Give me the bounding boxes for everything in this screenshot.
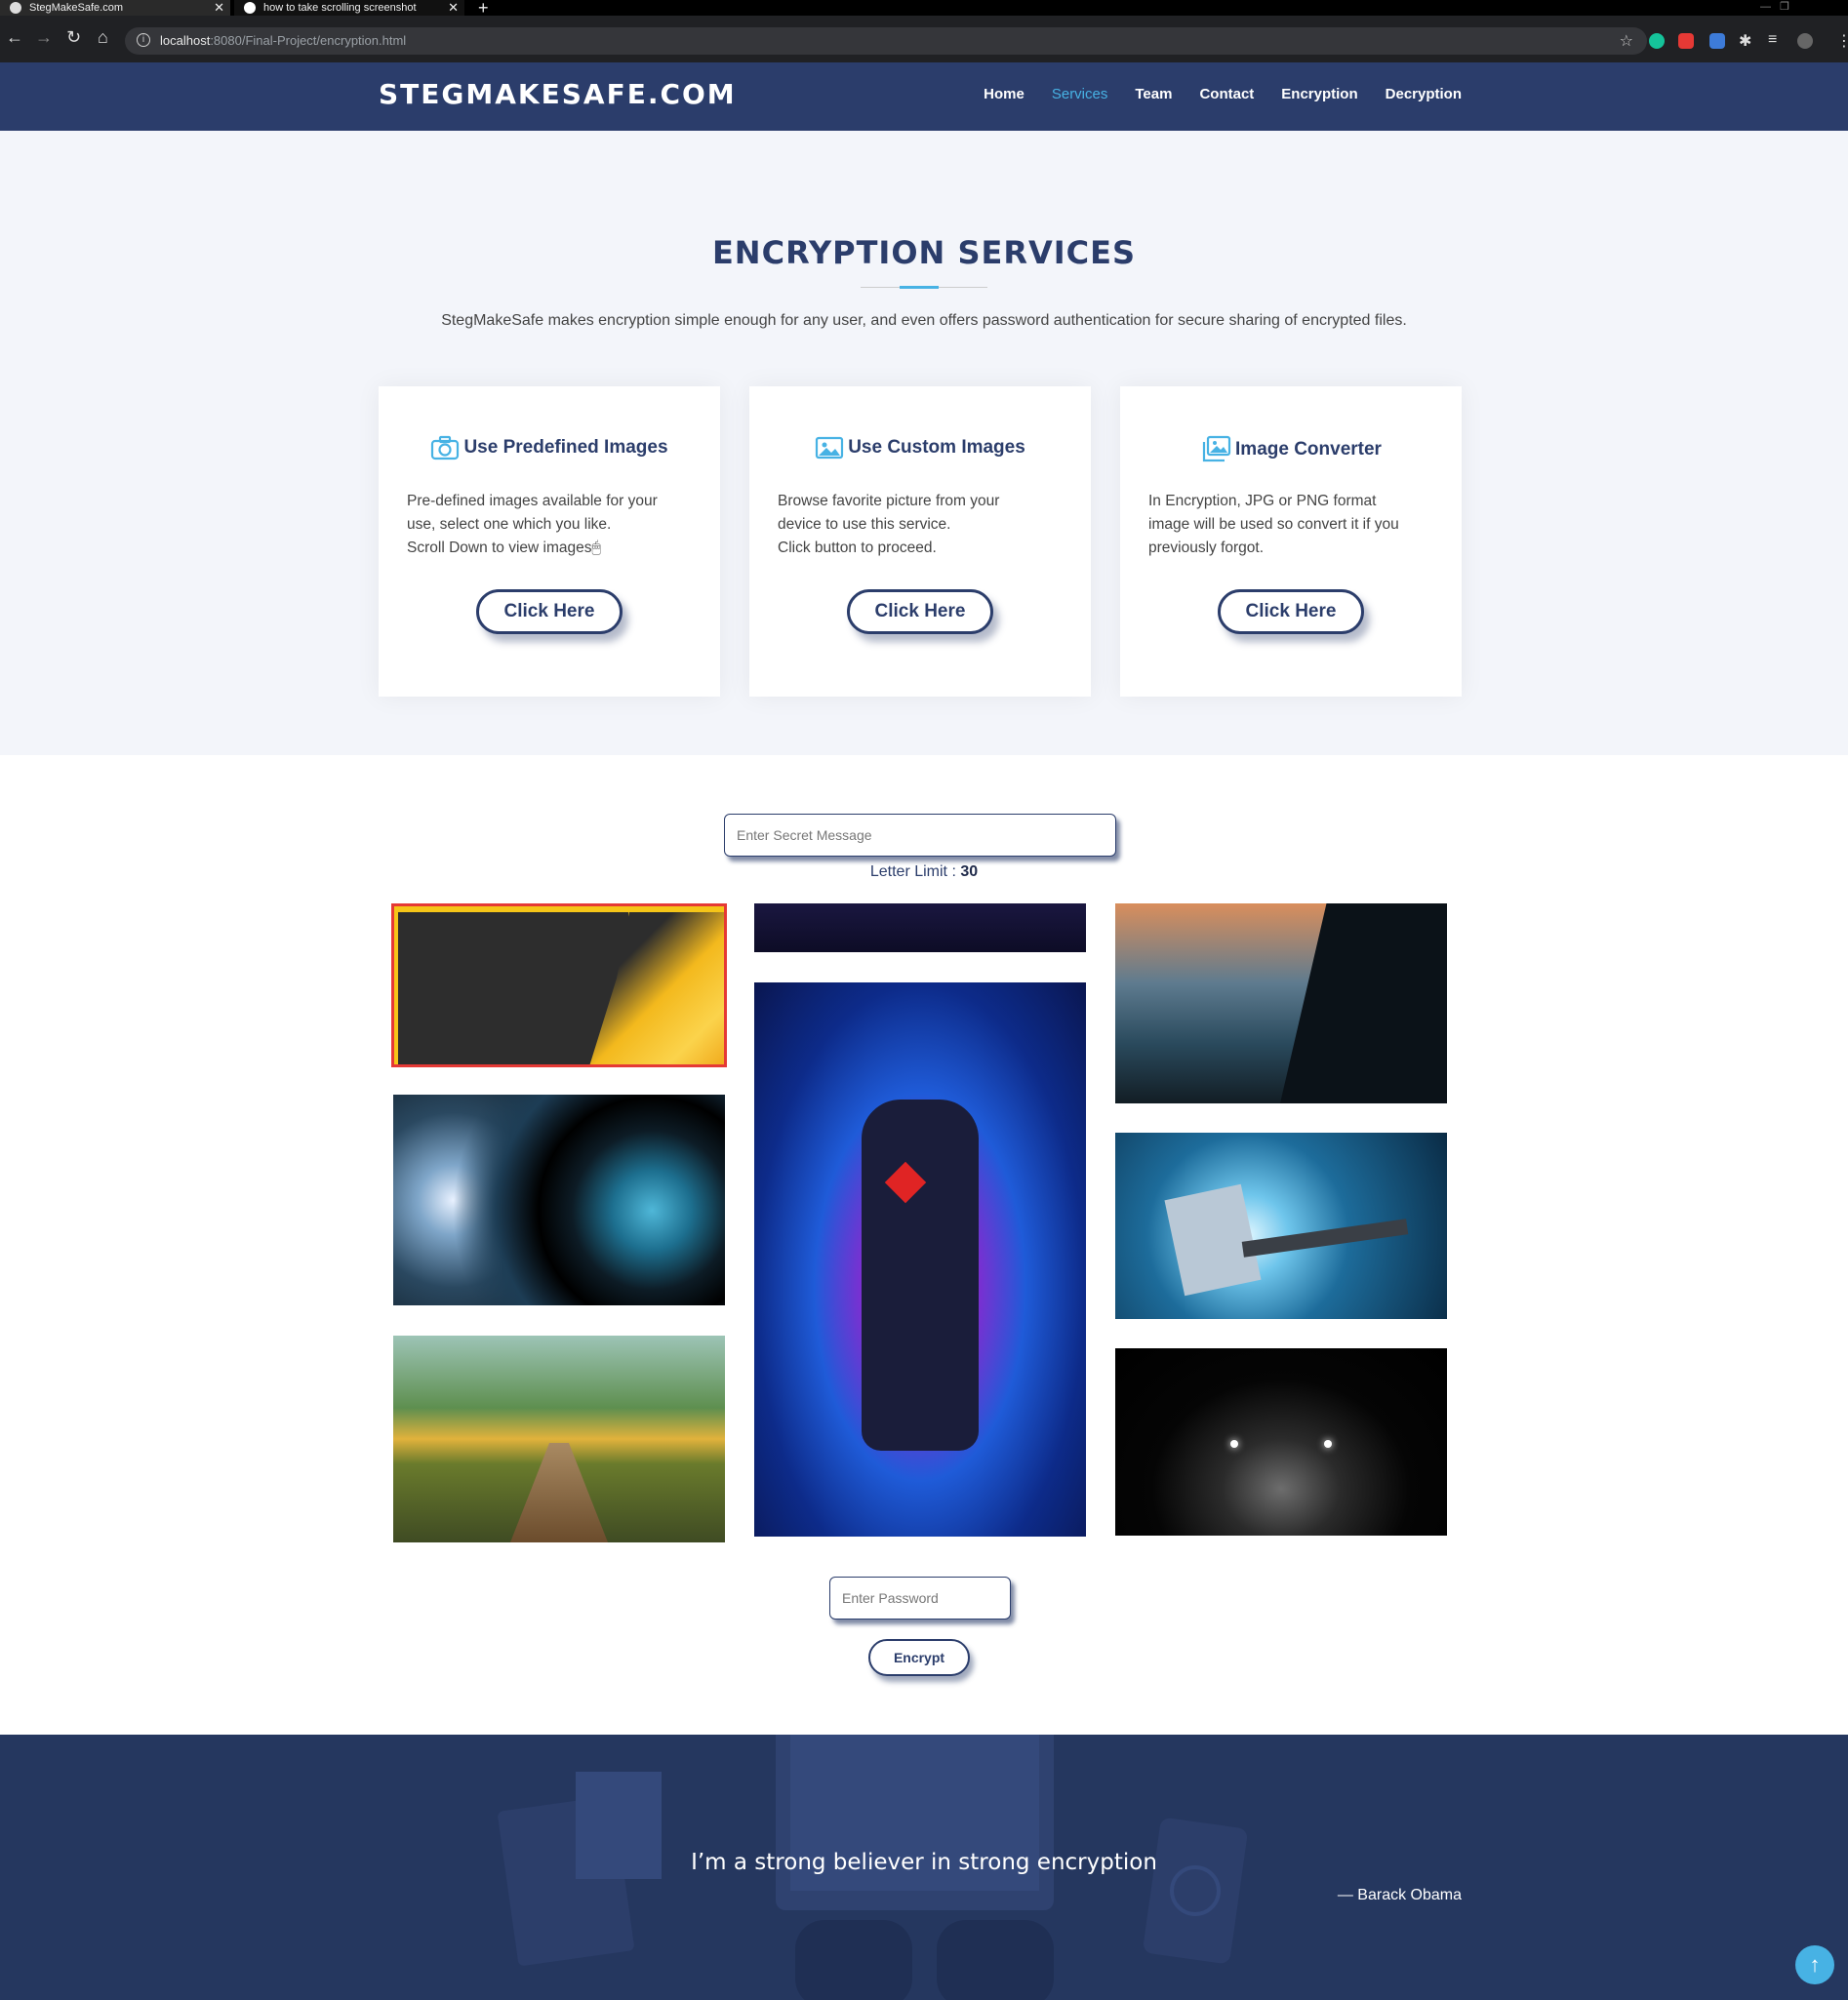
back-arrow-icon[interactable]: ← bbox=[6, 27, 23, 47]
secret-message-input[interactable] bbox=[724, 814, 1116, 857]
gallery-image-wooden-bridge[interactable] bbox=[393, 1336, 725, 1542]
card-title: Image Converter bbox=[1120, 435, 1462, 464]
service-card-converter: Image Converter In Encryption, JPG or PN… bbox=[1120, 386, 1462, 697]
window-controls[interactable]: — ❐ bbox=[1760, 0, 1789, 13]
gallery-image-space-banner[interactable] bbox=[754, 903, 1086, 952]
browser-menu-icon[interactable]: ⋮ bbox=[1836, 31, 1848, 50]
gallery-image-thor-hammer[interactable] bbox=[1115, 1133, 1447, 1319]
reload-icon[interactable]: ↻ bbox=[66, 27, 81, 47]
quote-author: — Barack Obama bbox=[1337, 1887, 1462, 1903]
nav-decryption[interactable]: Decryption bbox=[1386, 86, 1462, 102]
section-description: StegMakeSafe makes encryption simple eno… bbox=[441, 312, 1407, 329]
profile-avatar[interactable] bbox=[1797, 33, 1813, 49]
forward-arrow-icon[interactable]: → bbox=[35, 27, 53, 47]
site-favicon-icon bbox=[10, 2, 21, 14]
browser-tab-active[interactable]: StegMakeSafe.com ✕ bbox=[0, 0, 230, 16]
letter-limit-value: 30 bbox=[960, 863, 979, 880]
close-tab-icon[interactable]: ✕ bbox=[214, 0, 224, 16]
url-text: localhost:8080/Final-Project/encryption.… bbox=[160, 33, 407, 48]
site-header: STEGMAKESAFE.COM Home Services Team Cont… bbox=[0, 62, 1848, 131]
encrypt-button[interactable]: Encrypt bbox=[868, 1639, 970, 1676]
main-nav: Home Services Team Contact Encryption De… bbox=[984, 86, 1462, 102]
gallery-image-spiderman-space[interactable] bbox=[754, 982, 1086, 1537]
browser-toolbar: ← → ↻ ⌂ i localhost:8080/Final-Project/e… bbox=[0, 16, 1848, 62]
reading-list-icon[interactable]: ≡ bbox=[1768, 31, 1784, 48]
google-favicon-icon bbox=[244, 2, 256, 14]
service-card-predefined: Use Predefined Images Pre-defined images… bbox=[379, 386, 720, 697]
card-title: Use Custom Images bbox=[749, 435, 1091, 460]
images-icon bbox=[1202, 435, 1231, 462]
quote-text: I’m a strong believer in strong encrypti… bbox=[691, 1850, 1157, 1875]
browser-tab[interactable]: how to take scrolling screenshot ✕ bbox=[234, 0, 464, 16]
nav-encryption[interactable]: Encryption bbox=[1281, 86, 1357, 102]
home-icon[interactable]: ⌂ bbox=[98, 27, 108, 47]
gallery-image-car-headlights[interactable] bbox=[1115, 1348, 1447, 1536]
section-title: ENCRYPTION SERVICES bbox=[711, 234, 1137, 271]
card-text: Browse favorite picture from your device… bbox=[778, 493, 1000, 556]
image-icon bbox=[816, 436, 844, 460]
site-logo[interactable]: STEGMAKESAFE.COM bbox=[379, 78, 737, 110]
encryption-services-section: ENCRYPTION SERVICES StegMakeSafe makes e… bbox=[0, 131, 1848, 755]
nav-home[interactable]: Home bbox=[984, 86, 1024, 102]
back-to-top-button[interactable]: ↑ bbox=[1795, 1945, 1834, 1984]
camera-icon bbox=[431, 435, 460, 460]
title-divider-accent bbox=[900, 286, 939, 289]
predefined-images-button[interactable]: Click Here bbox=[476, 589, 623, 634]
letter-limit: Letter Limit : 30 bbox=[869, 863, 979, 880]
card-title: Use Predefined Images bbox=[379, 435, 720, 460]
service-card-custom: Use Custom Images Browse favorite pictur… bbox=[749, 386, 1091, 697]
gallery-image-camera-lens[interactable] bbox=[393, 1095, 725, 1305]
custom-images-button[interactable]: Click Here bbox=[847, 589, 993, 634]
grammarly-extension-icon[interactable] bbox=[1649, 33, 1665, 49]
puzzle-extensions-icon[interactable]: ✱ bbox=[1739, 31, 1754, 50]
card-text: In Encryption, JPG or PNG format image w… bbox=[1148, 493, 1399, 556]
address-bar[interactable]: i localhost:8080/Final-Project/encryptio… bbox=[125, 27, 1647, 55]
nav-team[interactable]: Team bbox=[1135, 86, 1172, 102]
arrow-up-icon: ↑ bbox=[1809, 1952, 1821, 1977]
site-info-icon[interactable]: i bbox=[137, 33, 150, 47]
quote-section: I’m a strong believer in strong encrypti… bbox=[0, 1735, 1848, 2000]
image-converter-button[interactable]: Click Here bbox=[1218, 589, 1364, 634]
tab-title: StegMakeSafe.com bbox=[29, 2, 123, 14]
nav-contact[interactable]: Contact bbox=[1199, 86, 1254, 102]
password-input[interactable] bbox=[829, 1577, 1011, 1620]
tab-title: how to take scrolling screenshot bbox=[263, 2, 417, 14]
card-text: Pre-defined images available for your us… bbox=[407, 493, 658, 556]
browser-tab-bar: StegMakeSafe.com ✕ how to take scrolling… bbox=[0, 0, 1848, 18]
nav-services[interactable]: Services bbox=[1052, 86, 1108, 102]
gallery-image-hooded-figure[interactable] bbox=[1115, 903, 1447, 1103]
extension-icon[interactable] bbox=[1709, 33, 1725, 49]
extension-icon[interactable] bbox=[1678, 33, 1694, 49]
bookmark-star-icon[interactable]: ☆ bbox=[1620, 31, 1633, 51]
close-tab-icon[interactable]: ✕ bbox=[448, 0, 459, 16]
gallery-image-yellow-mountain[interactable] bbox=[391, 903, 727, 1067]
